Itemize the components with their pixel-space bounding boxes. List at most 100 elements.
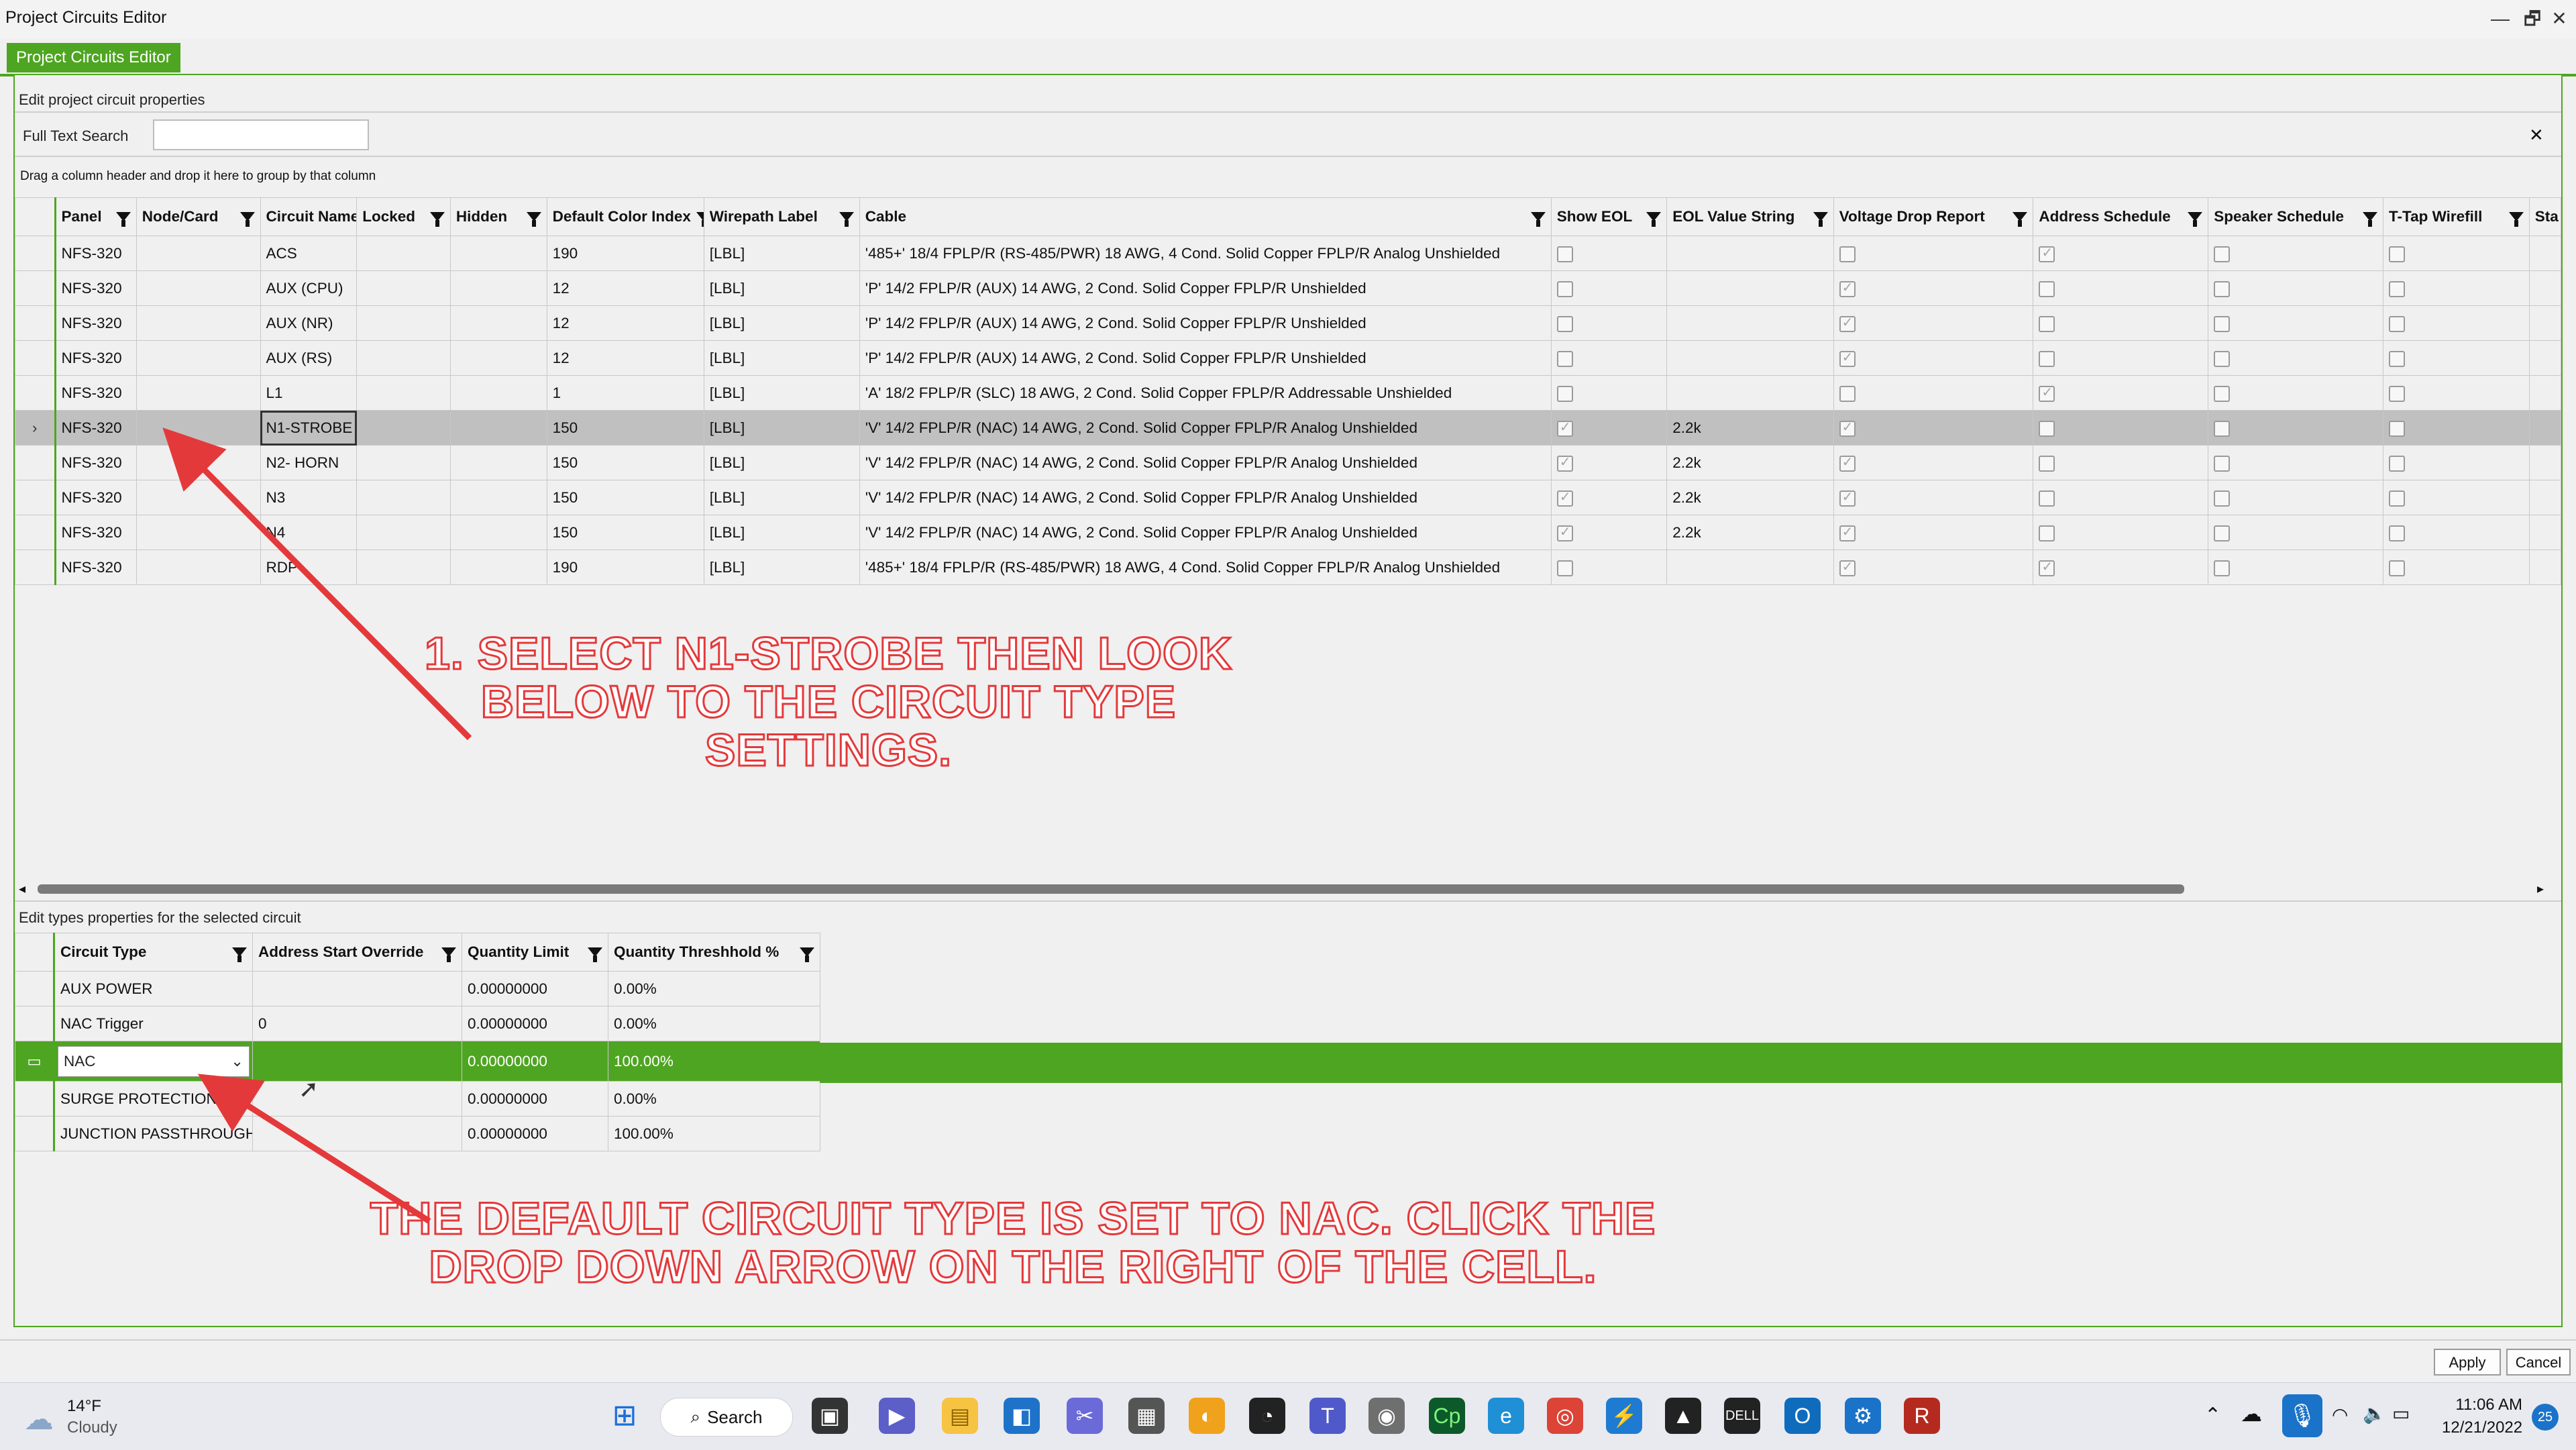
table-row[interactable]: NFS-320 AUX (RS) 12 [LBL] 'P' 14/2 FPLP/R (A… [15,340,2562,376]
cell-panel[interactable]: NFS-320 [54,410,137,446]
cell-node-card[interactable] [136,480,261,515]
cell-t-tap-wirefill[interactable] [2383,340,2530,376]
checkbox-icon[interactable] [1556,315,1573,332]
file-explorer-icon[interactable]: ▤ [942,1398,978,1434]
speaker-icon[interactable]: 🔈 [2363,1402,2386,1425]
checkbox-icon[interactable] [2039,384,2055,402]
filter-icon[interactable] [2363,212,2378,227]
cell-wirepath-label[interactable]: [LBL] [703,410,860,446]
cell-eol-value[interactable] [1666,305,1834,341]
cell-address-start-override[interactable] [252,1081,462,1117]
col-header-quantity-threshold[interactable]: Quantity Threshhold % [608,933,820,972]
cell-address-start-override[interactable]: 0 [252,1006,462,1041]
cell-show-eol[interactable] [1550,236,1668,271]
cell-wirepath-label[interactable]: [LBL] [703,515,860,550]
cell-voltage-drop[interactable] [1833,236,2034,271]
cell-address-schedule[interactable] [2033,515,2209,550]
restore-button[interactable]: 🗗 [2521,5,2544,32]
apply-button[interactable]: Apply [2434,1349,2501,1376]
cell-address-schedule[interactable] [2033,410,2209,446]
table-row[interactable]: NFS-320 RDP 190 [LBL] '485+' 18/4 FPLP/R (RS… [15,550,2562,585]
cell-panel[interactable]: NFS-320 [54,340,137,376]
checkbox-icon[interactable] [2039,315,2055,332]
cell-speaker-schedule[interactable] [2208,236,2384,271]
microphone-icon[interactable]: 🎙 [2282,1394,2322,1437]
table-row[interactable]: ▭ NAC ⌄ 0.00000000 100.00% [15,1041,820,1082]
cell-panel[interactable]: NFS-320 [54,515,137,550]
col-header-cable[interactable]: Cable [859,197,1552,236]
row-indicator[interactable] [15,1006,55,1041]
cell-node-card[interactable] [136,445,261,480]
dell-icon[interactable]: DELL [1724,1398,1760,1434]
cell-default-color-index[interactable]: 12 [546,305,704,341]
cell-t-tap-wirefill[interactable] [2383,515,2530,550]
cell-voltage-drop[interactable] [1833,305,2034,341]
cancel-button[interactable]: Cancel [2506,1349,2571,1376]
cell-show-eol[interactable] [1550,305,1668,341]
cell-hidden[interactable] [449,236,547,271]
cell-default-color-index[interactable]: 150 [546,410,704,446]
table-row[interactable]: NFS-320 AUX (CPU) 12 [LBL] 'P' 14/2 FPLP/R (… [15,270,2562,306]
cell-sta[interactable] [2528,445,2562,480]
checkbox-icon[interactable] [2389,525,2406,541]
cell-circuit-name[interactable]: N1-STROBE [260,410,358,446]
cell-quantity-threshold[interactable]: 0.00% [608,971,820,1006]
cell-t-tap-wirefill[interactable] [2383,270,2530,306]
checkbox-icon[interactable] [1556,280,1573,297]
cell-hidden[interactable] [449,480,547,515]
col-header-show-eol[interactable]: Show EOL [1550,197,1668,236]
cell-show-eol[interactable] [1550,340,1668,376]
cell-t-tap-wirefill[interactable] [2383,236,2530,271]
col-header-wirepath-label[interactable]: Wirepath Label [703,197,860,236]
cell-circuit-name[interactable]: AUX (CPU) [260,270,358,306]
show-hidden-icons-icon[interactable]: ⌃ [2204,1404,2221,1427]
cell-default-color-index[interactable]: 190 [546,236,704,271]
cell-eol-value[interactable] [1666,270,1834,306]
cell-circuit-type[interactable]: NAC Trigger [54,1006,253,1041]
speedometer-icon[interactable]: ◔ [1249,1398,1285,1434]
cell-hidden[interactable] [449,410,547,446]
cell-quantity-limit[interactable]: 0.00000000 [462,1081,608,1117]
cell-node-card[interactable] [136,550,261,585]
start-icon[interactable]: ⊞ [606,1398,643,1434]
cell-address-schedule[interactable] [2033,480,2209,515]
cell-default-color-index[interactable]: 190 [546,550,704,585]
cell-sta[interactable] [2528,305,2562,341]
filter-icon[interactable] [239,212,255,227]
cell-circuit-type[interactable]: AUX POWER [54,971,253,1006]
cell-show-eol[interactable] [1550,515,1668,550]
col-header-address-schedule[interactable]: Address Schedule [2033,197,2209,236]
cell-wirepath-label[interactable]: [LBL] [703,550,860,585]
camera-meet-icon[interactable]: ▶ [879,1398,915,1434]
calculator-icon[interactable]: ▦ [1128,1398,1165,1434]
cell-circuit-name[interactable]: AUX (NR) [260,305,358,341]
cell-eol-value[interactable] [1666,340,1834,376]
checkbox-icon[interactable] [2389,420,2406,437]
cell-locked[interactable] [356,375,451,411]
cell-voltage-drop[interactable] [1833,410,2034,446]
captivate-icon[interactable]: Cp [1429,1398,1465,1434]
table-row[interactable]: NFS-320 ACS 190 [LBL] '485+' 18/4 FPLP/R (RS… [15,236,2562,271]
edge-beta-icon[interactable]: ◐ [1189,1398,1225,1434]
cell-node-card[interactable] [136,305,261,341]
cell-panel[interactable]: NFS-320 [54,305,137,341]
cell-hidden[interactable] [449,550,547,585]
cell-sta[interactable] [2528,340,2562,376]
cell-eol-value[interactable]: 2.2k [1666,410,1834,446]
cell-sta[interactable] [2528,375,2562,411]
cell-panel[interactable]: NFS-320 [54,480,137,515]
col-header-default-color-index[interactable]: Default Color Index [546,197,704,236]
cell-address-schedule[interactable] [2033,445,2209,480]
cell-default-color-index[interactable]: 150 [546,515,704,550]
cell-locked[interactable] [356,480,451,515]
clock-date[interactable]: 12/21/2022 [2442,1418,2522,1437]
cell-hidden[interactable] [449,270,547,306]
checkbox-icon[interactable] [2039,280,2055,297]
cell-eol-value[interactable] [1666,550,1834,585]
checkbox-icon[interactable] [1839,558,1856,576]
filter-icon[interactable] [2012,212,2028,227]
cell-eol-value[interactable] [1666,375,1834,411]
checkbox-icon[interactable] [2214,455,2231,472]
checkbox-icon[interactable] [1839,279,1856,297]
checkbox-icon[interactable] [1556,560,1573,576]
